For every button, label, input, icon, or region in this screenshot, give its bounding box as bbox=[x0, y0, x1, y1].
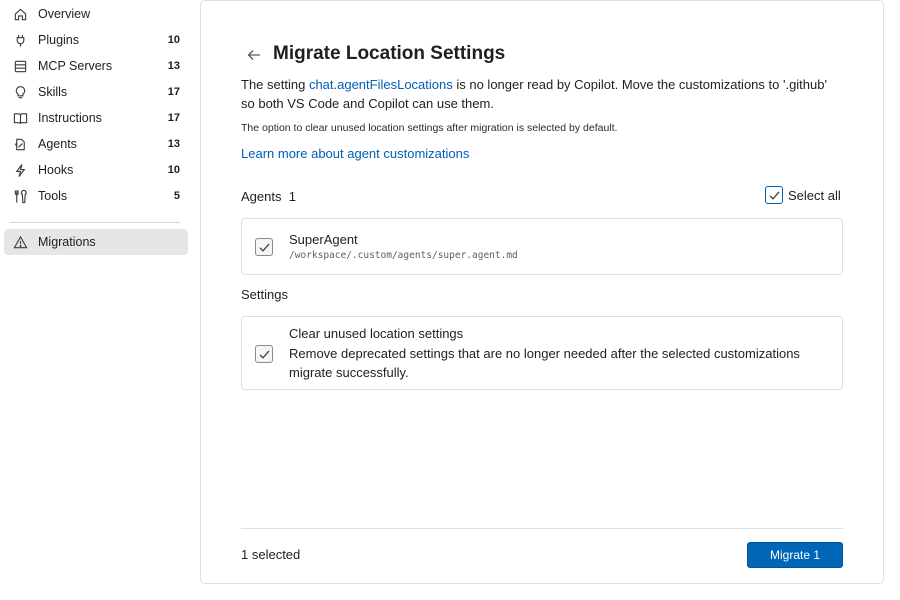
sidebar-item-tools[interactable]: Tools 5 bbox=[4, 183, 188, 209]
lightbulb-icon bbox=[12, 84, 28, 100]
app-root: Overview Plugins 10 MCP Servers 13 Skill… bbox=[0, 0, 900, 600]
page-title: Migrate Location Settings bbox=[273, 43, 506, 64]
sidebar-item-label: Agents bbox=[38, 137, 77, 151]
sidebar-item-count: 5 bbox=[173, 190, 180, 202]
select-all-checkbox[interactable]: Select all bbox=[765, 186, 841, 204]
footer-divider bbox=[241, 528, 843, 529]
book-icon bbox=[12, 110, 28, 126]
sidebar-item-mcp-servers[interactable]: MCP Servers 13 bbox=[4, 53, 188, 79]
back-arrow-icon[interactable] bbox=[245, 46, 263, 64]
description-prefix: The setting bbox=[241, 77, 309, 92]
sidebar-item-agents[interactable]: Agents 13 bbox=[4, 131, 188, 157]
sidebar-item-label: Overview bbox=[38, 7, 91, 21]
sidebar-item-overview[interactable]: Overview bbox=[4, 1, 188, 27]
warning-icon bbox=[12, 234, 28, 250]
settings-item-checkbox[interactable] bbox=[255, 345, 273, 363]
plug-icon bbox=[12, 32, 28, 48]
sidebar-item-count: 10 bbox=[167, 164, 180, 176]
bolt-icon bbox=[12, 162, 28, 178]
sidebar-item-plugins[interactable]: Plugins 10 bbox=[4, 27, 188, 53]
agents-label: Agents bbox=[241, 189, 282, 204]
sidebar-item-label: Plugins bbox=[38, 33, 79, 47]
sidebar-item-migrations[interactable]: Migrations bbox=[4, 229, 188, 255]
sidebar-item-label: Skills bbox=[38, 85, 68, 99]
agent-icon bbox=[12, 136, 28, 152]
sidebar-item-count: 13 bbox=[167, 60, 180, 72]
sidebar-item-label: Tools bbox=[38, 189, 68, 203]
sidebar: Overview Plugins 10 MCP Servers 13 Skill… bbox=[0, 0, 190, 600]
learn-more-link[interactable]: Learn more about agent customizations bbox=[241, 146, 469, 161]
sidebar-item-skills[interactable]: Skills 17 bbox=[4, 79, 188, 105]
sidebar-item-label: Instructions bbox=[38, 111, 102, 125]
settings-item-title: Clear unused location settings bbox=[289, 326, 464, 341]
sidebar-item-label: Migrations bbox=[38, 235, 96, 249]
selected-count: 1 selected bbox=[241, 547, 301, 562]
sidebar-item-hooks[interactable]: Hooks 10 bbox=[4, 157, 188, 183]
sidebar-divider bbox=[10, 222, 180, 223]
agent-item-path: /workspace/.custom/agents/super.agent.md bbox=[289, 250, 518, 261]
sidebar-item-count: 13 bbox=[167, 138, 180, 150]
checkbox-checked-icon bbox=[765, 186, 783, 204]
settings-item-card[interactable]: Clear unused location settings Remove de… bbox=[241, 316, 843, 390]
sidebar-item-count: 17 bbox=[167, 112, 180, 124]
page-description: The setting chat.agentFilesLocations is … bbox=[241, 75, 841, 113]
sidebar-item-count: 17 bbox=[167, 86, 180, 98]
migrate-button[interactable]: Migrate 1 bbox=[747, 542, 843, 568]
migration-panel: Migrate Location Settings The setting ch… bbox=[200, 0, 884, 584]
server-icon bbox=[12, 58, 28, 74]
agents-count: 1 bbox=[288, 189, 296, 204]
agent-item-name: SuperAgent bbox=[289, 232, 358, 247]
tools-icon bbox=[12, 188, 28, 204]
sidebar-item-count: 10 bbox=[167, 34, 180, 46]
settings-item-description: Remove deprecated settings that are no l… bbox=[289, 346, 800, 380]
home-icon bbox=[12, 6, 28, 22]
select-all-label: Select all bbox=[788, 187, 841, 203]
agent-item-card[interactable]: SuperAgent /workspace/.custom/agents/sup… bbox=[241, 218, 843, 275]
default-note: The option to clear unused location sett… bbox=[241, 122, 618, 134]
sidebar-item-label: MCP Servers bbox=[38, 59, 113, 73]
setting-link[interactable]: chat.agentFilesLocations bbox=[309, 77, 453, 92]
sidebar-item-instructions[interactable]: Instructions 17 bbox=[4, 105, 188, 131]
agent-item-checkbox[interactable] bbox=[255, 238, 273, 256]
agents-section-header: Agents 1 bbox=[241, 189, 296, 204]
sidebar-item-label: Hooks bbox=[38, 163, 74, 177]
settings-section-header: Settings bbox=[241, 287, 288, 302]
